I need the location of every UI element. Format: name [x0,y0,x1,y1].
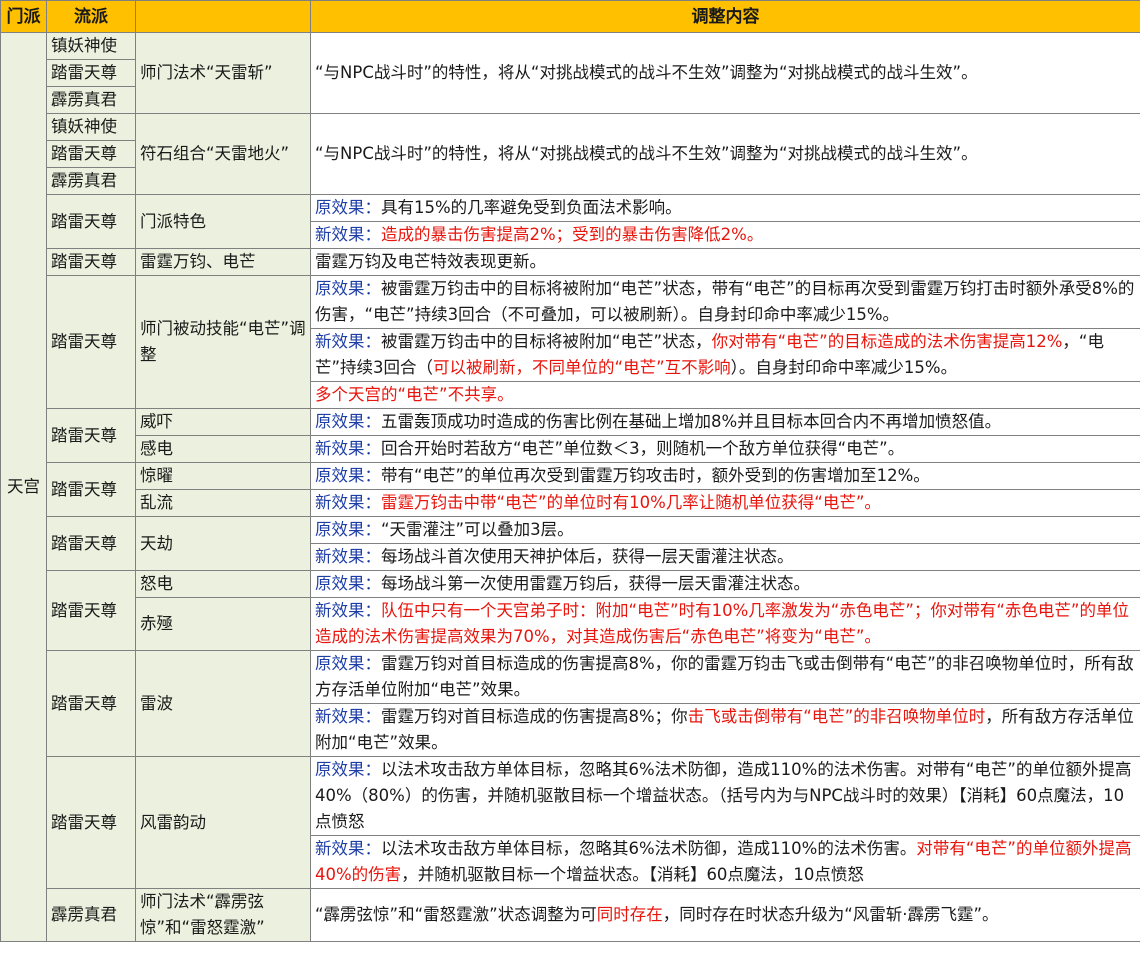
effect-text: 回合开始时若敌方“电芒”单位数＜3，则随机一个敌方单位获得“电芒”。 [381,439,905,458]
header-flow [135,0,311,33]
school-cell: 踏雷天尊 [46,516,136,571]
flow-cell: 门派特色 [135,194,311,249]
orig-effect: 原效果：被雷霆万钧击中的目标将被附加“电芒”状态，带有“电芒”的目标再次受到雷霆… [310,275,1140,329]
orig-label: 原效果： [315,466,381,485]
effect-text: 雷霆万钧对首目标造成的伤害提高8%；你 [381,707,688,726]
header-content: 调整内容 [310,0,1140,33]
new-effect: 新效果：造成的暴击伤害提高2%；受到的暴击伤害降低2%。 [310,221,1140,249]
new-effect: 新效果：雷霆万钧击中带“电芒”的单位时有10%几率让随机单位获得“电芒”。 [310,489,1140,517]
orig-label: 原效果： [315,198,381,217]
orig-label: 原效果： [315,760,381,779]
orig-label: 原效果： [315,574,381,593]
school-cell: 踏雷天尊 [46,140,136,168]
school-cell: 踏雷天尊 [46,194,136,249]
orig-label: 原效果： [315,654,381,673]
effect-text-highlight: 你对带有“电芒”的目标造成的法术伤害提高12% [711,332,1063,351]
school-cell: 踏雷天尊 [46,408,136,463]
school-cell: 踏雷天尊 [46,570,136,651]
flow-cell: 天劫 [135,516,311,571]
effect-text: 以法术攻击敌方单体目标，忽略其6%法术防御，造成110%的法术伤害。 [381,839,917,858]
effect-note: 多个天宫的“电芒”不共享。 [310,381,1140,409]
sect-cell: 天宫 [0,32,47,942]
school-cell: 霹雳真君 [46,888,136,942]
effect-text: 雷霆万钧击中带“电芒”的单位时有10%几率让随机单位获得“电芒”。 [381,493,881,512]
orig-effect: 原效果：五雷轰顶成功时造成的伤害比例在基础上增加8%并且目标本回合内不再增加愤怒… [310,408,1140,436]
new-label: 新效果： [315,493,381,512]
new-label: 新效果： [315,601,381,620]
orig-label: 原效果： [315,520,381,539]
effect-text: 具有15%的几率避免受到负面法术影响。 [381,198,682,217]
school-cell: 踏雷天尊 [46,59,136,87]
school-cell: 镇妖神使 [46,113,136,141]
school-cell: 霹雳真君 [46,86,136,114]
effect-text: 造成的暴击伤害提高2%；受到的暴击伤害降低2%。 [381,225,764,244]
content-cell: “与NPC战斗时”的特性，将从“对挑战模式的战斗不生效”调整为“对挑战模式的战斗… [310,32,1140,114]
school-cell: 镇妖神使 [46,32,136,60]
new-label: 新效果： [315,839,381,858]
school-cell: 踏雷天尊 [46,248,136,276]
flow-cell: 师门被动技能“电芒”调整 [135,275,311,409]
content-cell: “与NPC战斗时”的特性，将从“对挑战模式的战斗不生效”调整为“对挑战模式的战斗… [310,113,1140,195]
new-effect: 新效果：回合开始时若敌方“电芒”单位数＜3，则随机一个敌方单位获得“电芒”。 [310,435,1140,463]
new-effect: 新效果：队伍中只有一个天宫弟子时：附加“电芒”时有10%几率激发为“赤色电芒”；… [310,597,1140,651]
school-cell: 踏雷天尊 [46,275,136,409]
flow-cell: 风雷韵动 [135,756,311,889]
content-cell: “霹雳弦惊”和“雷怒霆激”状态调整为可同时存在，同时存在时状态升级为“风雷斩·霹… [310,888,1140,942]
new-effect: 新效果：雷霆万钧对首目标造成的伤害提高8%；你击飞或击倒带有“电芒”的非召唤物单… [310,703,1140,757]
effect-text: 五雷轰顶成功时造成的伤害比例在基础上增加8%并且目标本回合内不再增加愤怒值。 [381,412,1002,431]
new-label: 新效果： [315,707,381,726]
flow-cell: 惊曜 [135,462,311,490]
new-effect: 新效果：每场战斗首次使用天神护体后，获得一层天雷灌注状态。 [310,543,1140,571]
flow-cell: 乱流 [135,489,311,517]
school-cell: 踏雷天尊 [46,756,136,889]
effect-text: 被雷霆万钧击中的目标将被附加“电芒”状态， [381,332,712,351]
flow-cell: 赤殛 [135,597,311,651]
new-label: 新效果： [315,225,381,244]
flow-cell: 怒电 [135,570,311,598]
orig-effect: 原效果：带有“电芒”的单位再次受到雷霆万钧攻击时，额外受到的伤害增加至12%。 [310,462,1140,490]
orig-effect: 原效果：“天雷灌注”可以叠加3层。 [310,516,1140,544]
content-cell: 雷霆万钧及电芒特效表现更新。 [310,248,1140,276]
orig-effect: 原效果：每场战斗第一次使用雷霆万钧后，获得一层天雷灌注状态。 [310,570,1140,598]
effect-text-highlight: 可以被刷新，不同单位的“电芒”互不影响 [433,358,731,377]
flow-cell: 符石组合“天雷地火” [135,113,311,195]
effect-text: 每场战斗第一次使用雷霆万钧后，获得一层天雷灌注状态。 [381,574,810,593]
school-cell: 霹雳真君 [46,167,136,195]
orig-effect: 原效果：具有15%的几率避免受到负面法术影响。 [310,194,1140,222]
flow-cell: 师门法术“霹雳弦惊”和“雷怒霆激” [135,888,311,942]
school-cell: 踏雷天尊 [46,650,136,757]
new-effect: 新效果：以法术攻击敌方单体目标，忽略其6%法术防御，造成110%的法术伤害。对带… [310,835,1140,889]
effect-text-highlight: 同时存在 [596,905,663,924]
header-school: 流派 [46,0,136,33]
effect-text: ）。自身封印命中率减少15%。 [730,358,958,377]
effect-text: 被雷霆万钧击中的目标将被附加“电芒”状态，带有“电芒”的目标再次受到雷霆万钧打击… [315,279,1135,324]
effect-text: 以法术攻击敌方单体目标，忽略其6%法术防御，造成110%的法术伤害。对带有“电芒… [315,760,1132,831]
flow-cell: 威吓 [135,408,311,436]
effect-text: 雷霆万钧对首目标造成的伤害提高8%，你的雷霆万钧击飞或击倒带有“电芒”的非召唤物… [315,654,1134,699]
adjustment-table: 门派 流派 调整内容 天宫 镇妖神使 师门法术“天雷斩” “与NPC战斗时”的特… [0,0,1140,942]
flow-cell: 雷霆万钧、电芒 [135,248,311,276]
effect-text-highlight: 击飞或击倒带有“电芒”的非召唤物单位时 [687,707,986,726]
orig-label: 原效果： [315,412,381,431]
new-label: 新效果： [315,547,381,566]
new-label: 新效果： [315,439,381,458]
effect-text: 带有“电芒”的单位再次受到雷霆万钧攻击时，额外受到的伤害增加至12%。 [381,466,930,485]
school-cell: 踏雷天尊 [46,462,136,517]
effect-text: “霹雳弦惊”和“雷怒霆激”状态调整为可 [315,905,597,924]
new-effect: 新效果：被雷霆万钧击中的目标将被附加“电芒”状态，你对带有“电芒”的目标造成的法… [310,328,1140,382]
orig-effect: 原效果：以法术攻击敌方单体目标，忽略其6%法术防御，造成110%的法术伤害。对带… [310,756,1140,836]
effect-text: ，同时存在时状态升级为“风雷斩·霹雳飞霆”。 [662,905,999,924]
flow-cell: 感电 [135,435,311,463]
flow-cell: 雷波 [135,650,311,757]
flow-cell: 师门法术“天雷斩” [135,32,311,114]
header-sect: 门派 [0,0,47,33]
orig-effect: 原效果：雷霆万钧对首目标造成的伤害提高8%，你的雷霆万钧击飞或击倒带有“电芒”的… [310,650,1140,704]
orig-label: 原效果： [315,279,381,298]
effect-text: 队伍中只有一个天宫弟子时：附加“电芒”时有10%几率激发为“赤色电芒”；你对带有… [315,601,1129,646]
effect-text: ，并随机驱散目标一个增益状态。【消耗】60点魔法，10点愤怒 [401,865,864,884]
effect-text: 每场战斗首次使用天神护体后，获得一层天雷灌注状态。 [381,547,794,566]
new-label: 新效果： [315,332,381,351]
effect-text: “天雷灌注”可以叠加3层。 [381,520,574,539]
